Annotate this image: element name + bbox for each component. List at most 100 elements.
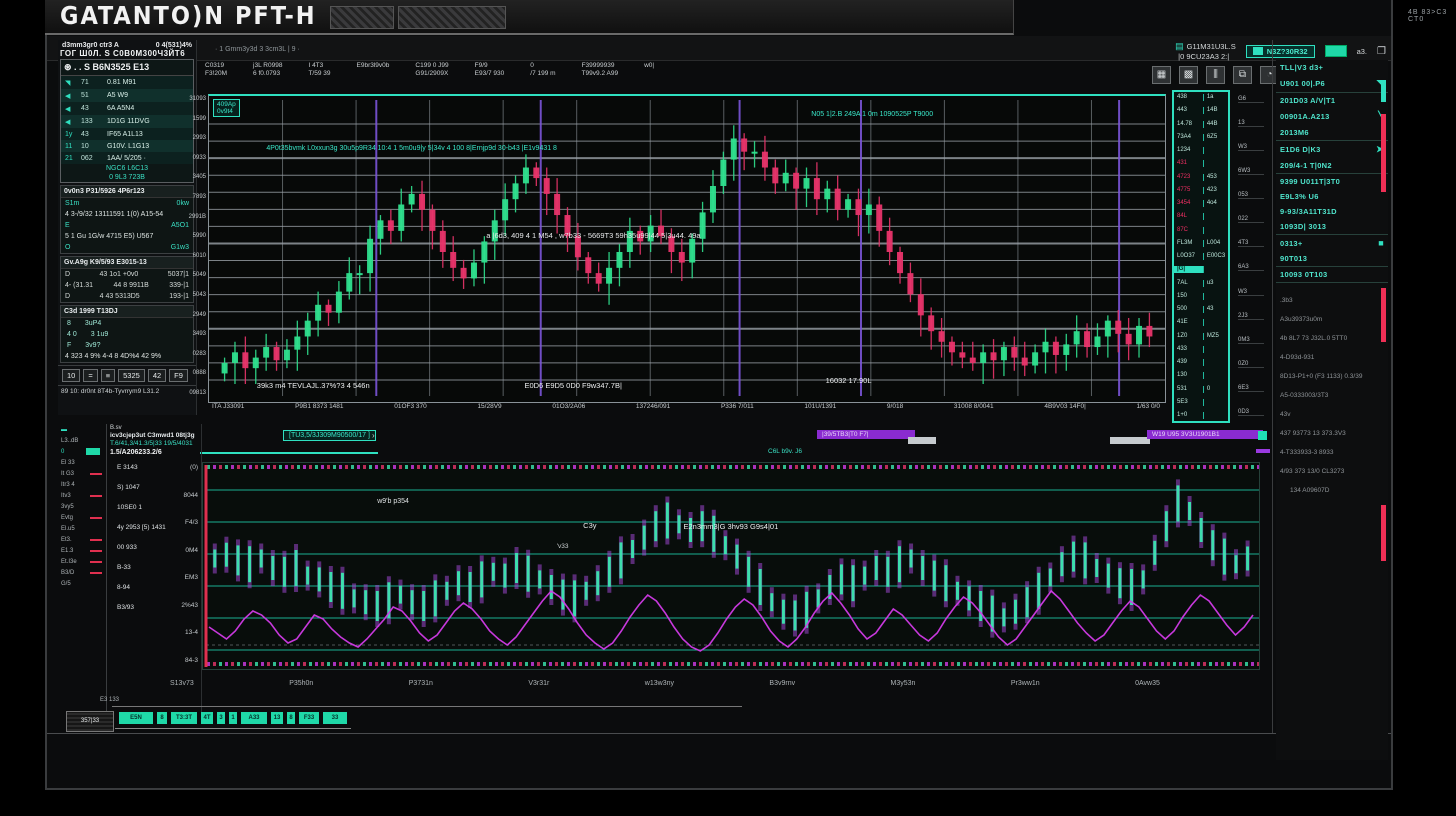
dom-row[interactable]: 1+0 [1174,412,1228,419]
toolbar-item[interactable]: F9/9 E93/7 930 [475,62,505,78]
watch-row[interactable]: ◥ 71 0.81 M91 [61,76,193,89]
dom-row[interactable]: |G| [1174,266,1228,273]
toolbar-item[interactable]: E9br3l9v0b [357,62,390,70]
mini-list-item[interactable]: B3/D [58,567,104,578]
footer-tab[interactable]: 3 [217,712,225,724]
dom-row[interactable]: 4775423 [1174,187,1228,194]
footer-tab[interactable]: F33 [299,712,319,724]
sidebar-tool-button[interactable]: ≡ [101,369,115,382]
dom-row[interactable]: 5E3 [1174,399,1228,406]
titlebar-tab-1[interactable] [330,6,394,29]
mini-list-item[interactable]: ▬ [58,424,104,435]
mini-list-item[interactable]: Et3. [58,534,104,545]
sidebar-tool-button[interactable]: 42 [148,369,166,382]
toolbar-item[interactable]: C0319 F3!20M [205,62,227,78]
footer-button[interactable]: 357|33 [66,711,114,732]
right-menu-item[interactable]: 9-93/3A11T31D [1276,204,1388,219]
dom-row[interactable]: 439 [1174,359,1228,366]
right-menu-item[interactable]: TLL|V3 d3+ [1276,60,1388,75]
mini-list-item[interactable]: Itv3 [58,490,104,501]
right-dim-item[interactable]: 437 93773 13 373.3V3 [1276,424,1388,443]
right-menu-item[interactable]: 00901A.A213 ╲ [1276,108,1388,125]
dom-row[interactable]: 4381a [1174,94,1228,101]
mini-list-item[interactable]: El 33 [58,457,104,468]
dom-row[interactable]: 41E [1174,319,1228,326]
account-chip[interactable]: N3Z?30R32 [1246,45,1315,58]
mini-list-item[interactable]: Itr3 4 [58,479,104,490]
mini-list-item[interactable]: 3vy5 [58,501,104,512]
mini-list-item[interactable]: Evtg [58,512,104,523]
right-dim-item[interactable]: .3b3 [1276,291,1388,310]
mini-list-item[interactable]: G/5 [58,578,104,589]
titlebar-tab-2[interactable] [398,6,506,29]
chip-caret-icon[interactable]: › [372,431,375,440]
footer-tab[interactable]: 8 [157,712,167,724]
dom-row[interactable]: 150 [1174,293,1228,300]
scrollbar-thumb-teal[interactable] [1381,80,1386,102]
right-menu-item[interactable]: 209/4-1 T|0N2 [1276,158,1388,174]
right-menu-item[interactable]: 10093 0T103 [1276,267,1388,283]
scrollbar-mark-red-3[interactable] [1381,505,1386,561]
right-dim-item[interactable]: A3u39373u0m [1276,310,1388,329]
right-dim-item[interactable]: 4-D93d-931 [1276,348,1388,367]
menu-item[interactable]: ▤G11M31U3L.S [1175,41,1236,52]
right-dim-item[interactable]: A5-0333003/3T3 [1276,386,1388,405]
toolbar-item[interactable]: 0 /7 199 m [530,62,555,78]
footer-tab[interactable]: T3:3T [171,712,197,724]
dom-row[interactable]: 130 [1174,372,1228,379]
right-dim-item[interactable]: 4/93 373 13/0 CL3273 [1276,462,1388,481]
mini-list-item[interactable]: 0 [58,446,104,457]
sidebar-tool-button[interactable]: = [83,369,97,382]
right-menu-item[interactable]: U901 00|.P6 ◥ [1276,75,1388,93]
selection-chip-1[interactable]: |39/5TB3|T0 F7| [817,430,915,439]
mini-list-item[interactable]: E1.3 [58,545,104,556]
scrollbar-mark-red-1[interactable] [1381,114,1386,192]
right-menu-item[interactable]: 2013M6 [1276,125,1388,141]
footer-tab[interactable]: 13 [271,712,283,724]
menu-item[interactable]: |0 9CU23A3 2:| [1175,52,1236,61]
teal-square-marker[interactable] [1258,431,1267,440]
toolbar-item[interactable]: F39999939 T99v9.2 A99 [582,62,619,78]
mini-list-item[interactable]: L3..dB [58,435,104,446]
dom-row[interactable]: 433 [1174,346,1228,353]
right-dim-item[interactable]: 4b 8L7 73 J32L.0 5TT0 [1276,329,1388,348]
chart-tool-icon[interactable]: ⫼ [1206,66,1225,84]
right-menu-item[interactable]: E9L3% U6 [1276,189,1388,204]
right-menu-item[interactable]: 1093D| 3013 [1276,219,1388,235]
sidebar-tool-button[interactable]: 5325 [118,369,145,382]
dom-row[interactable]: 7ALu3 [1174,280,1228,287]
right-menu-item[interactable]: 0313+ ■ [1276,235,1388,251]
dom-row[interactable]: 87C [1174,227,1228,234]
sidebar-tool-button[interactable]: 10 [62,369,80,382]
toolbar-item[interactable]: I 4T3 T/59 39 [308,62,330,78]
chart-tool-icon[interactable]: ▩ [1179,66,1198,84]
dom-row[interactable]: 73A46Z5 [1174,134,1228,141]
chart-tool-icon[interactable]: ⧉ [1233,66,1252,84]
right-dim-item[interactable]: 134 A09607D [1276,481,1388,500]
dom-row[interactable]: 1Z0MZ5 [1174,333,1228,340]
mini-list-item[interactable]: Et.I3e [58,556,104,567]
dom-row[interactable]: 14.7844B [1174,121,1228,128]
mini-list-item[interactable]: It G3 [58,468,104,479]
right-dim-item[interactable]: 8D13-P1+0 (F3 1133) 0.3/39 [1276,367,1388,386]
right-dim-item[interactable]: 4-T333933-3 8933 [1276,443,1388,462]
dom-row[interactable]: 34544o4 [1174,200,1228,207]
right-dim-item[interactable]: 43v [1276,405,1388,424]
chart-tool-icon[interactable]: ▦ [1152,66,1171,84]
scrollbar-mark-red-2[interactable] [1381,288,1386,342]
right-menu-item[interactable]: 90T013 [1276,251,1388,267]
oscillator-chart[interactable]: w9'b p354C3yE2n3mm3|G 3hv93 G9s4|01'v33 [202,462,1260,670]
candlestick-chart[interactable]: 409Ap 0v9t4 4P0t35bvmk L0xxun3g 30u5p9R3… [208,94,1166,403]
dom-row[interactable]: 44314B [1174,107,1228,114]
footer-tab[interactable]: 8 [287,712,295,724]
toolbar-item[interactable]: j3L R0998 6 f0.0793 [253,62,282,78]
dom-row[interactable]: 4723453 [1174,174,1228,181]
footer-tab[interactable]: 4T [201,712,213,724]
dom-row[interactable]: FL3ML004 [1174,240,1228,247]
footer-tab[interactable]: A33 [241,712,267,724]
footer-tab[interactable]: 1 [229,712,237,724]
dom-row[interactable]: 84L [1174,213,1228,220]
window-icon[interactable]: ❐ [1377,46,1386,57]
dom-row[interactable]: 1234 [1174,147,1228,154]
dom-row[interactable]: 5310 [1174,386,1228,393]
